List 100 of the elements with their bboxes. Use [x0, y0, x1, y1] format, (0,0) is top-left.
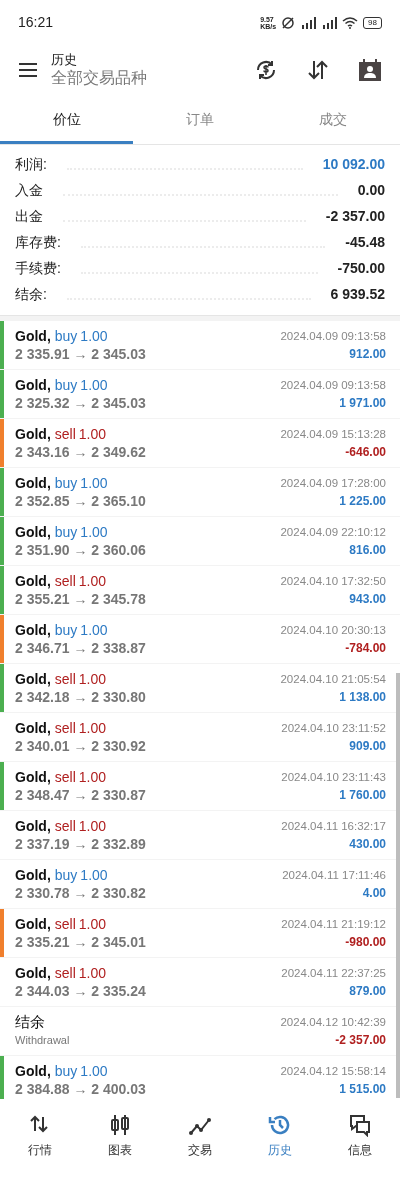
price-range-text: 2 335.21 → 2 345.01 [15, 933, 147, 951]
deal-time: 2024.04.09 09:13:58 [280, 329, 386, 344]
symbol-text: Gold, [15, 523, 51, 541]
profit-value: 1 138.00 [339, 689, 386, 706]
wifi-icon [342, 16, 359, 29]
status-time: 16:21 [18, 13, 54, 32]
deal-row[interactable]: Gold, buy 1.00 2 352.85 → 2 365.10 2024.04.09 17:28:00 1 225.00 [0, 468, 400, 516]
history-icon [268, 1113, 292, 1137]
profit-value: 430.00 [349, 836, 386, 853]
deal-time: 2024.04.09 09:13:58 [280, 378, 386, 393]
deal-time: 2024.04.11 21:19:12 [281, 917, 386, 932]
profit-value: -980.00 [345, 934, 386, 951]
trade-side-text: buy [54, 866, 78, 884]
deal-time: 2024.04.10 23:11:52 [281, 721, 386, 736]
trade-side-text: buy [54, 1062, 78, 1080]
profit-value: -646.00 [345, 444, 386, 461]
deal-row[interactable]: Gold, sell 1.00 2 343.16 → 2 349.62 2024.04.09 15:13:28 -646.00 [0, 419, 400, 467]
deal-row[interactable]: Gold, buy 1.00 2 346.71 → 2 338.87 2024.04.10 20:30:13 -784.00 [0, 615, 400, 663]
summary-label: 手续费: [15, 259, 61, 278]
summary-label: 结余: [15, 285, 47, 304]
price-range-text: 2 340.01 → 2 330.92 [15, 737, 147, 755]
trade-volume: 1.00 [80, 523, 108, 541]
price-range-text: 2 335.91 → 2 345.03 [15, 345, 147, 363]
trade-side-text: sell [54, 425, 76, 443]
deal-time: 2024.04.12 15:58:14 [280, 1064, 386, 1079]
symbol-text: Gold, [15, 866, 51, 884]
summary-label: 入金 [15, 181, 43, 200]
summary-value: -45.48 [345, 233, 385, 252]
profit-value: 1 760.00 [339, 787, 386, 804]
deal-time: 2024.04.09 15:13:28 [280, 427, 386, 442]
summary-value: 6 939.52 [330, 285, 385, 304]
price-range-text: 2 343.16 → 2 349.62 [15, 443, 147, 461]
profit-value: -784.00 [345, 640, 386, 657]
price-range-text: 2 384.88 → 2 400.03 [15, 1080, 147, 1098]
header-title: 历史 [51, 52, 78, 68]
scrollbar[interactable] [396, 673, 400, 1098]
trade-side-text: sell [54, 670, 76, 688]
trade-volume: 1.00 [78, 768, 107, 786]
profit-value: 912.00 [349, 346, 386, 363]
trade-side-text: sell [54, 572, 76, 590]
symbol-text: Gold, [15, 572, 51, 590]
currency-exchange-icon[interactable] [254, 58, 278, 82]
trade-volume: 1.00 [78, 719, 107, 737]
deal-row[interactable]: Gold, buy 1.00 2 384.88 → 2 400.03 2024.04.12 15:58:14 1 515.00 [0, 1056, 400, 1099]
trade-side-text: buy [54, 523, 78, 541]
trade-volume: 1.00 [80, 1062, 108, 1080]
tab[interactable]: 价位 [0, 95, 134, 144]
summary-value: 10 092.00 [322, 155, 385, 174]
signal-icon [300, 16, 317, 29]
price-range-text: 2 325.32 → 2 345.03 [15, 394, 147, 412]
summary-label: 库存费: [15, 233, 61, 252]
tab[interactable]: 订单 [133, 95, 267, 144]
menu-icon[interactable] [18, 62, 38, 78]
trade-volume: 1.00 [78, 670, 107, 688]
summary-label: 出金 [15, 207, 43, 226]
chat-icon [348, 1113, 372, 1137]
profit-value: 879.00 [349, 983, 386, 1000]
profit-value: 909.00 [349, 738, 386, 755]
symbol-text: Gold, [15, 719, 51, 737]
deal-time: 2024.04.10 23:11:43 [281, 770, 386, 785]
profit-value: 1 225.00 [339, 493, 386, 510]
deal-row[interactable]: Gold, sell 1.00 2 342.18 → 2 330.80 2024.04.10 21:05:54 1 138.00 [0, 664, 400, 712]
symbol-text: Gold, [15, 474, 51, 492]
deal-time: 2024.04.09 17:28:00 [280, 476, 386, 491]
deal-time: 2024.04.12 10:42:39 [280, 1015, 386, 1030]
deal-time: 2024.04.11 16:32:17 [281, 819, 386, 834]
muted-alarm-icon [281, 15, 296, 30]
deal-time: 2024.04.10 17:32:50 [280, 574, 386, 589]
deal-time: 2024.04.11 22:37:25 [281, 966, 386, 981]
contact-card-icon[interactable] [358, 58, 382, 82]
price-range-text: 2 352.85 → 2 365.10 [15, 492, 147, 510]
profit-value: 816.00 [349, 542, 386, 559]
symbol-text: Gold, [15, 964, 51, 982]
deal-time: 2024.04.10 20:30:13 [280, 623, 386, 638]
deal-row[interactable]: Gold, sell 1.00 2 355.21 → 2 345.78 2024.04.10 17:32:50 943.00 [0, 566, 400, 614]
symbol-text: Gold, [15, 768, 51, 786]
symbol-text: Gold, [15, 327, 51, 345]
symbol-text: Gold, [15, 1062, 51, 1080]
header-subtitle[interactable]: 全部交易品种 [51, 68, 254, 88]
sort-icon[interactable] [306, 58, 330, 82]
deal-row[interactable]: Gold, buy 1.00 2 335.91 → 2 345.03 2024.04.09 09:13:58 912.00 [0, 321, 400, 369]
deal-row[interactable]: Gold, buy 1.00 2 325.32 → 2 345.03 2024.04.09 09:13:58 1 971.00 [0, 370, 400, 418]
price-range-text: 2 342.18 → 2 330.80 [15, 688, 147, 706]
deal-time: 2024.04.10 21:05:54 [280, 672, 386, 687]
trade-volume: 1.00 [80, 621, 108, 639]
withdrawal-note: Withdrawal [15, 1033, 71, 1048]
trade-side-text: buy [54, 327, 78, 345]
trade-volume: 1.00 [80, 866, 108, 884]
trade-side-text: sell [54, 768, 76, 786]
trade-volume: 1.00 [78, 915, 107, 933]
symbol-text: Gold, [15, 670, 51, 688]
trade-volume: 1.00 [80, 376, 108, 394]
tab[interactable]: 成交 [266, 95, 400, 144]
deal-row[interactable]: Gold, buy 1.00 2 351.90 → 2 360.06 2024.04.09 22:10:12 816.00 [0, 517, 400, 565]
price-range-text: 2 346.71 → 2 338.87 [15, 639, 147, 657]
deal-time: 2024.04.09 22:10:12 [280, 525, 386, 540]
price-range-text: 2 348.47 → 2 330.87 [15, 786, 147, 804]
trade-volume: 1.00 [78, 425, 107, 443]
profit-value: 943.00 [349, 591, 386, 608]
balance-title: 结余 [15, 1013, 46, 1031]
